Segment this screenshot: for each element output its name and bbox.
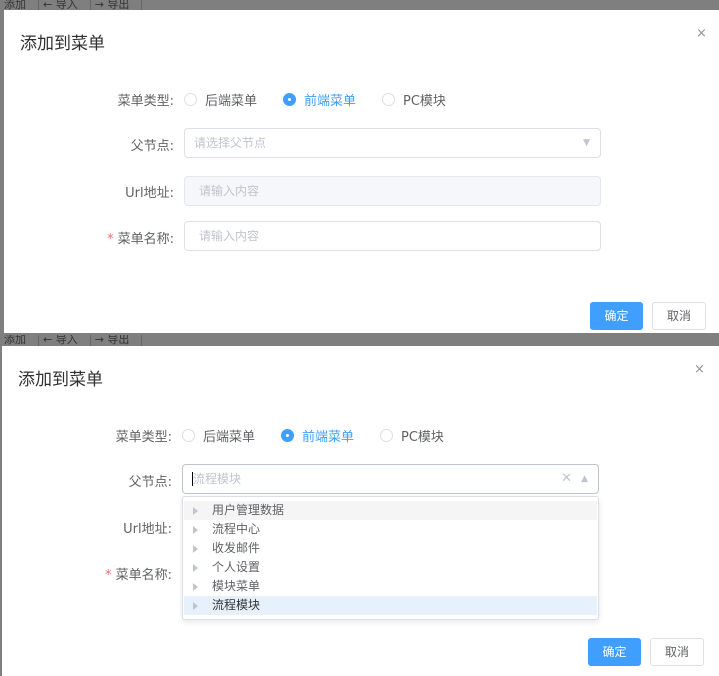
menu-type-label: 菜单类型: (115, 430, 172, 445)
caret-right-icon (193, 525, 198, 534)
screenshot-state-2: 添加 ← 导入 → 导出 添加到菜单 × 菜单类型: 后端菜单 前端菜单 PC模… (0, 335, 719, 676)
caret-right-icon (193, 563, 198, 572)
cancel-button[interactable]: 取消 (652, 302, 706, 330)
url-input[interactable]: 请输入内容 (184, 176, 601, 206)
caret-right-icon (193, 506, 198, 515)
menu-type-label: 菜单类型: (117, 94, 174, 109)
tree-item[interactable]: 模块菜单 (184, 577, 597, 596)
radio-label: PC模块 (401, 430, 444, 445)
radio-label: 前端菜单 (302, 430, 355, 445)
ok-button[interactable]: 确定 (590, 302, 643, 330)
radio-frontend[interactable]: 前端菜单 (283, 90, 356, 109)
url-label: Url地址: (123, 522, 172, 537)
required-star: * (104, 568, 112, 583)
tree-item-selected[interactable]: 流程模块 (184, 596, 597, 615)
menu-name-label-text: 菜单名称: (117, 232, 174, 247)
radio-backend[interactable]: 后端菜单 (184, 90, 257, 109)
tree-item-label: 个人设置 (212, 560, 261, 574)
tree-item[interactable]: 用户管理数据 (184, 501, 597, 520)
parent-search-text: 流程模块 (192, 472, 242, 486)
caret-right-icon (193, 544, 198, 553)
radio-label: PC模块 (403, 94, 446, 109)
screenshot-state-1: 添加 ← 导入 → 导出 添加到菜单 × 菜单类型: 后端菜单 前端菜单 PC模… (0, 0, 719, 335)
radio-circle (182, 429, 195, 442)
radio-circle (382, 93, 395, 106)
radio-pc[interactable]: PC模块 (380, 426, 444, 445)
menu-name-input[interactable]: 请输入内容 (184, 221, 601, 251)
close-icon[interactable]: × (694, 362, 705, 377)
parent-label: 父节点: (130, 139, 174, 154)
radio-backend[interactable]: 后端菜单 (182, 426, 255, 445)
tree-item[interactable]: 流程中心 (184, 520, 597, 539)
parent-tree-dropdown: 用户管理数据 流程中心 收发邮件 个人设置 模块菜单 流程模块 (182, 496, 599, 620)
tree-item-label: 收发邮件 (212, 541, 261, 555)
radio-label: 后端菜单 (205, 94, 258, 109)
menu-name-label-text: 菜单名称: (115, 568, 172, 583)
caret-right-icon (193, 582, 198, 591)
chevron-down-icon: ▼ (583, 138, 590, 148)
radio-label: 后端菜单 (203, 430, 256, 445)
dialog-title: 添加到菜单 (20, 34, 105, 54)
menu-name-label: * 菜单名称: (42, 564, 172, 583)
radio-circle (380, 429, 393, 442)
tree-item-label: 模块菜单 (212, 579, 261, 593)
parent-label: 父节点: (128, 475, 172, 490)
parent-placeholder: 请选择父节点 (194, 136, 267, 150)
parent-select[interactable]: 请选择父节点 ▼ (184, 128, 601, 158)
radio-circle-checked (283, 93, 296, 106)
radio-pc[interactable]: PC模块 (382, 90, 446, 109)
add-menu-dialog: 添加到菜单 × 菜单类型: 后端菜单 前端菜单 PC模块 父节点: 流程模块 ✕ ▲… (2, 346, 719, 676)
required-star: * (106, 232, 114, 247)
chevron-up-icon: ▲ (581, 474, 588, 484)
close-icon[interactable]: × (696, 26, 707, 41)
menu-name-label: * 菜单名称: (44, 228, 174, 247)
ok-button[interactable]: 确定 (588, 638, 641, 666)
tree-item[interactable]: 个人设置 (184, 558, 597, 577)
tree-item-label: 流程模块 (212, 598, 261, 612)
add-menu-dialog: 添加到菜单 × 菜单类型: 后端菜单 前端菜单 PC模块 父节点: 请选择父节点… (4, 10, 719, 333)
tree-item-label: 流程中心 (212, 522, 261, 536)
tree-item-label: 用户管理数据 (212, 503, 285, 517)
caret-right-icon (193, 601, 198, 610)
clear-icon[interactable]: ✕ (561, 465, 572, 493)
url-label: Url地址: (125, 186, 174, 201)
radio-circle-checked (281, 429, 294, 442)
tree-item[interactable]: 收发邮件 (184, 539, 597, 558)
parent-select-open[interactable]: 流程模块 ✕ ▲ (182, 464, 599, 494)
dialog-title: 添加到菜单 (18, 370, 103, 390)
radio-circle (184, 93, 197, 106)
cancel-button[interactable]: 取消 (650, 638, 704, 666)
radio-frontend[interactable]: 前端菜单 (281, 426, 354, 445)
radio-label: 前端菜单 (304, 94, 357, 109)
